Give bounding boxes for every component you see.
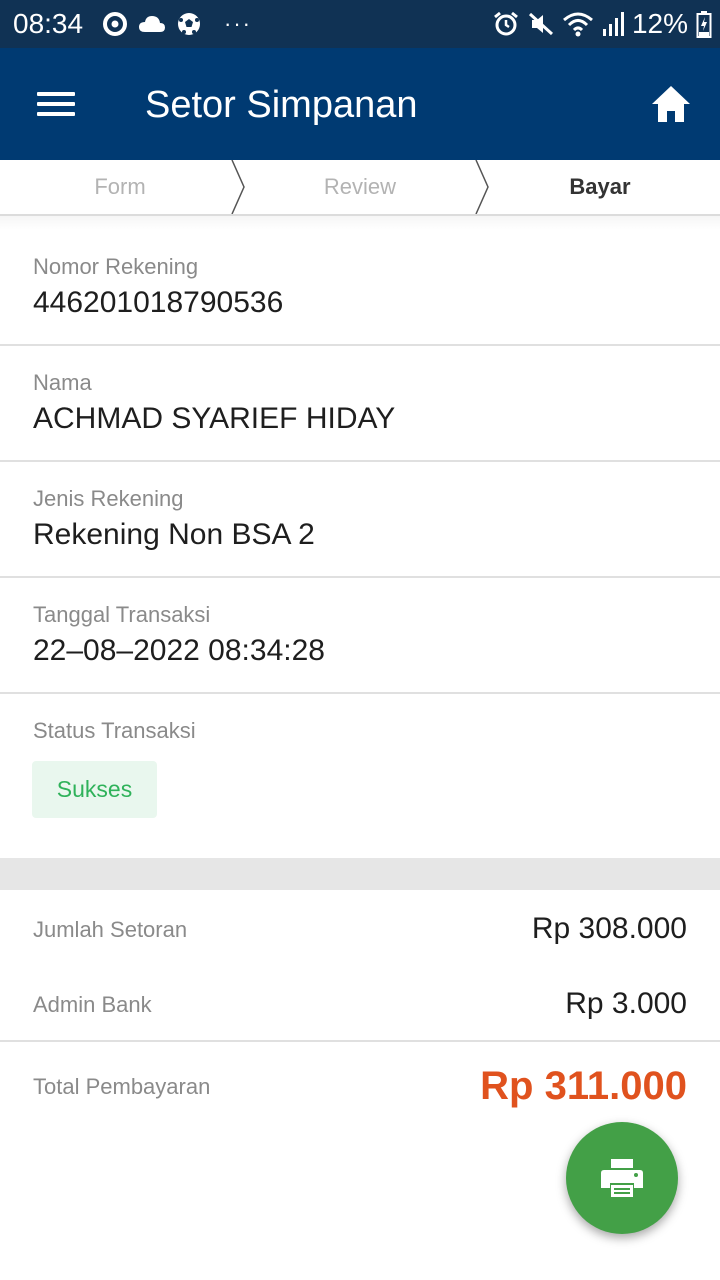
- step-review[interactable]: Review: [240, 160, 480, 214]
- status-bar: 08:34 ··· 12%: [0, 0, 720, 48]
- detail-value: ACHMAD SYARIEF HIDAY: [33, 402, 396, 435]
- circle-notification-icon: [103, 12, 127, 36]
- detail-row-name: Nama ACHMAD SYARIEF HIDAY: [0, 346, 720, 462]
- wifi-icon: [562, 12, 593, 37]
- more-dots-icon: ···: [224, 11, 252, 36]
- total-value: Rp 311.000: [480, 1064, 687, 1108]
- detail-row-account-number: Nomor Rekening 446201018790536: [0, 230, 720, 346]
- detail-label: Nomor Rekening: [33, 254, 199, 279]
- home-icon[interactable]: [648, 82, 694, 126]
- alarm-icon: [494, 11, 518, 36]
- detail-value: 446201018790536: [33, 286, 284, 319]
- printer-icon: [601, 1159, 643, 1197]
- hamburger-menu-icon[interactable]: [30, 80, 82, 128]
- detail-row-account-type: Jenis Rekening Rekening Non BSA 2: [0, 462, 720, 578]
- status-label: Status Transaksi: [33, 718, 196, 743]
- battery-charging-icon: [696, 11, 712, 38]
- soccer-ball-icon: [178, 13, 200, 35]
- deposit-value: Rp 308.000: [531, 912, 687, 945]
- admin-fee-label: Admin Bank: [33, 992, 152, 1017]
- battery-percent: 12%: [631, 8, 688, 39]
- detail-label: Tanggal Transaksi: [33, 602, 211, 627]
- status-left-icons: ···: [102, 10, 252, 38]
- cloud-icon: [139, 16, 165, 32]
- admin-fee-value: Rp 3.000: [565, 987, 687, 1020]
- mute-icon: [528, 12, 553, 36]
- divider: [0, 1040, 720, 1042]
- step-form[interactable]: Form: [0, 160, 240, 214]
- detail-label: Nama: [33, 370, 92, 395]
- detail-value: Rekening Non BSA 2: [33, 518, 315, 551]
- signal-icon: [602, 12, 624, 36]
- total-label: Total Pembayaran: [33, 1074, 211, 1099]
- print-button[interactable]: [566, 1122, 678, 1234]
- status-right-icons: 12%: [492, 8, 712, 40]
- detail-value: 22–08–2022 08:34:28: [33, 634, 325, 667]
- detail-row-transaction-date: Tanggal Transaksi 22–08–2022 08:34:28: [0, 578, 720, 694]
- stepper: Form Review Bayar: [0, 160, 720, 216]
- step-bayar[interactable]: Bayar: [480, 160, 720, 214]
- detail-label: Jenis Rekening: [33, 486, 184, 511]
- page-title: Setor Simpanan: [145, 84, 418, 126]
- app-bar: Setor Simpanan: [0, 48, 720, 160]
- status-badge: Sukses: [32, 761, 157, 818]
- section-divider: [0, 858, 720, 890]
- deposit-label: Jumlah Setoran: [33, 917, 188, 942]
- divider: [0, 216, 720, 230]
- status-time: 08:34: [13, 8, 84, 39]
